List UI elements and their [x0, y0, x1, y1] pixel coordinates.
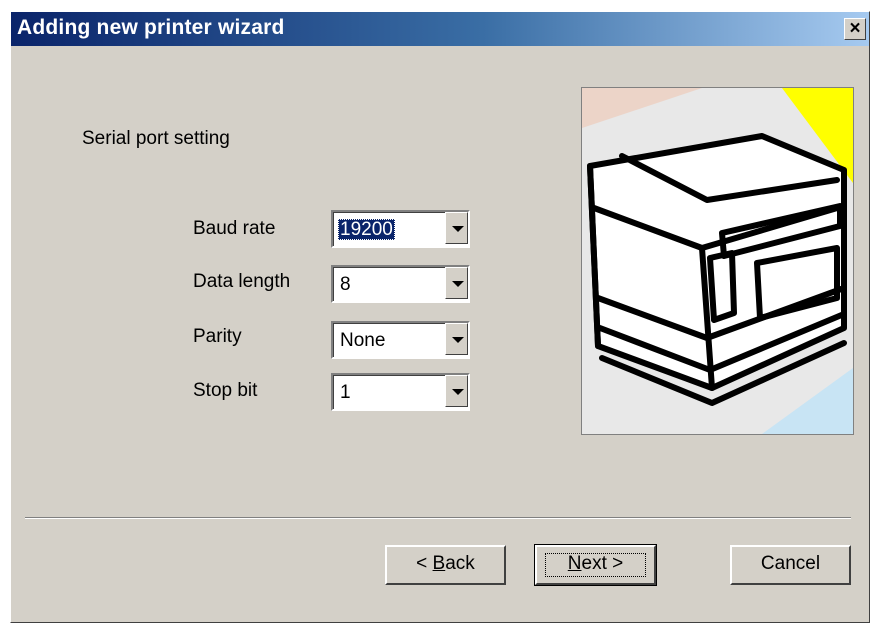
chevron-down-icon: [452, 226, 464, 232]
parity-value: None: [340, 330, 386, 351]
parity-select[interactable]: None: [331, 321, 470, 359]
chevron-down-icon: [452, 281, 464, 287]
next-button[interactable]: Next >: [534, 544, 657, 586]
chevron-down-icon: [452, 337, 464, 343]
back-button[interactable]: < Back: [385, 545, 506, 585]
data-length-value: 8: [340, 274, 351, 295]
cancel-button[interactable]: Cancel: [730, 545, 851, 585]
parity-label: Parity: [193, 326, 242, 347]
stop-bit-select[interactable]: 1: [331, 373, 470, 411]
baud-rate-select[interactable]: 19200: [331, 210, 470, 248]
baud-rate-dropdown-button[interactable]: [445, 212, 468, 244]
baud-rate-label: Baud rate: [193, 218, 276, 239]
baud-rate-value: 19200: [338, 219, 395, 240]
stop-bit-dropdown-button[interactable]: [445, 375, 468, 407]
printer-icon: [582, 88, 853, 434]
window-title: Adding new printer wizard: [17, 16, 285, 39]
stop-bit-label: Stop bit: [193, 380, 258, 401]
separator: [25, 517, 851, 519]
title-bar[interactable]: Adding new printer wizard ×: [11, 12, 869, 46]
close-button[interactable]: ×: [844, 18, 866, 40]
data-length-select[interactable]: 8: [331, 265, 470, 303]
chevron-down-icon: [452, 389, 464, 395]
section-label: Serial port setting: [82, 128, 230, 149]
stop-bit-value: 1: [340, 382, 351, 403]
parity-dropdown-button[interactable]: [445, 323, 468, 355]
data-length-label: Data length: [193, 271, 291, 292]
close-icon: ×: [849, 18, 861, 39]
data-length-dropdown-button[interactable]: [445, 267, 468, 299]
printer-illustration: [581, 87, 854, 435]
